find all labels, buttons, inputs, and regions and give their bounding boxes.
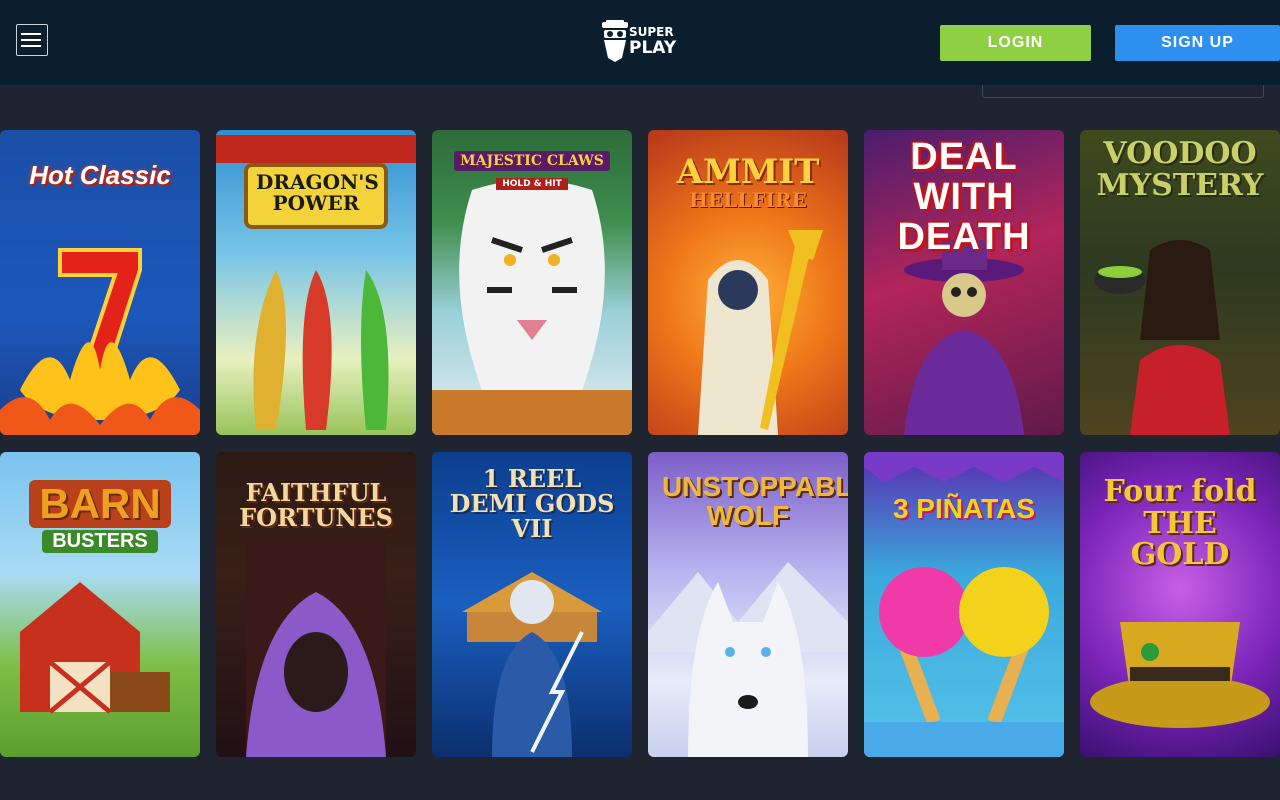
game-title: Hot Classic (29, 160, 171, 190)
game-title: VOODOO MYSTERY (1096, 136, 1264, 203)
game-tile-barn-busters[interactable]: BARN BUSTERS (0, 452, 200, 757)
game-subtitle: BUSTERS (42, 530, 158, 553)
logo-wordmark: SUPER PLAY (629, 24, 677, 58)
game-tile-ammit-hellfire[interactable]: AMMIT HELLFIRE (648, 130, 848, 435)
game-title: BARN (29, 480, 171, 528)
game-tile-dragons-power[interactable]: DRAGON'S POWER (216, 130, 416, 435)
superplay-logo[interactable]: SUPER PLAY (600, 20, 682, 64)
game-title: Four fold THE GOLD (1103, 474, 1257, 572)
game-tile-3-pinatas[interactable]: 3 PIÑATAS (864, 452, 1064, 757)
login-button[interactable]: LOGIN (940, 25, 1091, 61)
game-title: AMMIT (676, 152, 820, 192)
game-title: FAITHFUL FORTUNES (239, 478, 393, 533)
hamburger-menu-icon[interactable] (16, 24, 48, 56)
logo-word-play: PLAY (629, 38, 677, 58)
game-subtitle: HOLD & HIT (496, 178, 568, 190)
signup-button[interactable]: SIGN UP (1115, 25, 1280, 61)
game-tile-deal-with-death[interactable]: DEAL WITH DEATH (864, 130, 1064, 435)
game-tile-voodoo-mystery[interactable]: VOODOO MYSTERY (1080, 130, 1280, 435)
game-tile-four-fold-the-gold[interactable]: Four fold THE GOLD (1080, 452, 1280, 757)
game-title: 1 REEL DEMI GODS VII (449, 464, 615, 544)
game-title: 3 PIÑATAS (892, 493, 1036, 524)
game-tile-unstoppable-wolf[interactable]: UNSTOPPABLE WOLF (648, 452, 848, 757)
game-tile-hot-classic[interactable]: Hot Classic (0, 130, 200, 435)
search-box-edge[interactable] (982, 85, 1264, 98)
game-title: UNSTOPPABLE WOLF (662, 471, 848, 532)
game-title: DRAGON'S POWER (256, 170, 379, 215)
logo-mascot-icon (602, 20, 628, 62)
top-header: SUPER PLAY LOGIN SIGN UP (0, 0, 1280, 85)
game-tile-faithful-fortunes[interactable]: FAITHFUL FORTUNES (216, 452, 416, 757)
game-tile-majestic-claws[interactable]: MAJESTIC CLAWS HOLD & HIT (432, 130, 632, 435)
game-tile-1-reel-demi-gods-vii[interactable]: 1 REEL DEMI GODS VII (432, 452, 632, 757)
game-title: MAJESTIC CLAWS (454, 151, 610, 171)
game-title: DEAL WITH DEATH (897, 136, 1031, 258)
